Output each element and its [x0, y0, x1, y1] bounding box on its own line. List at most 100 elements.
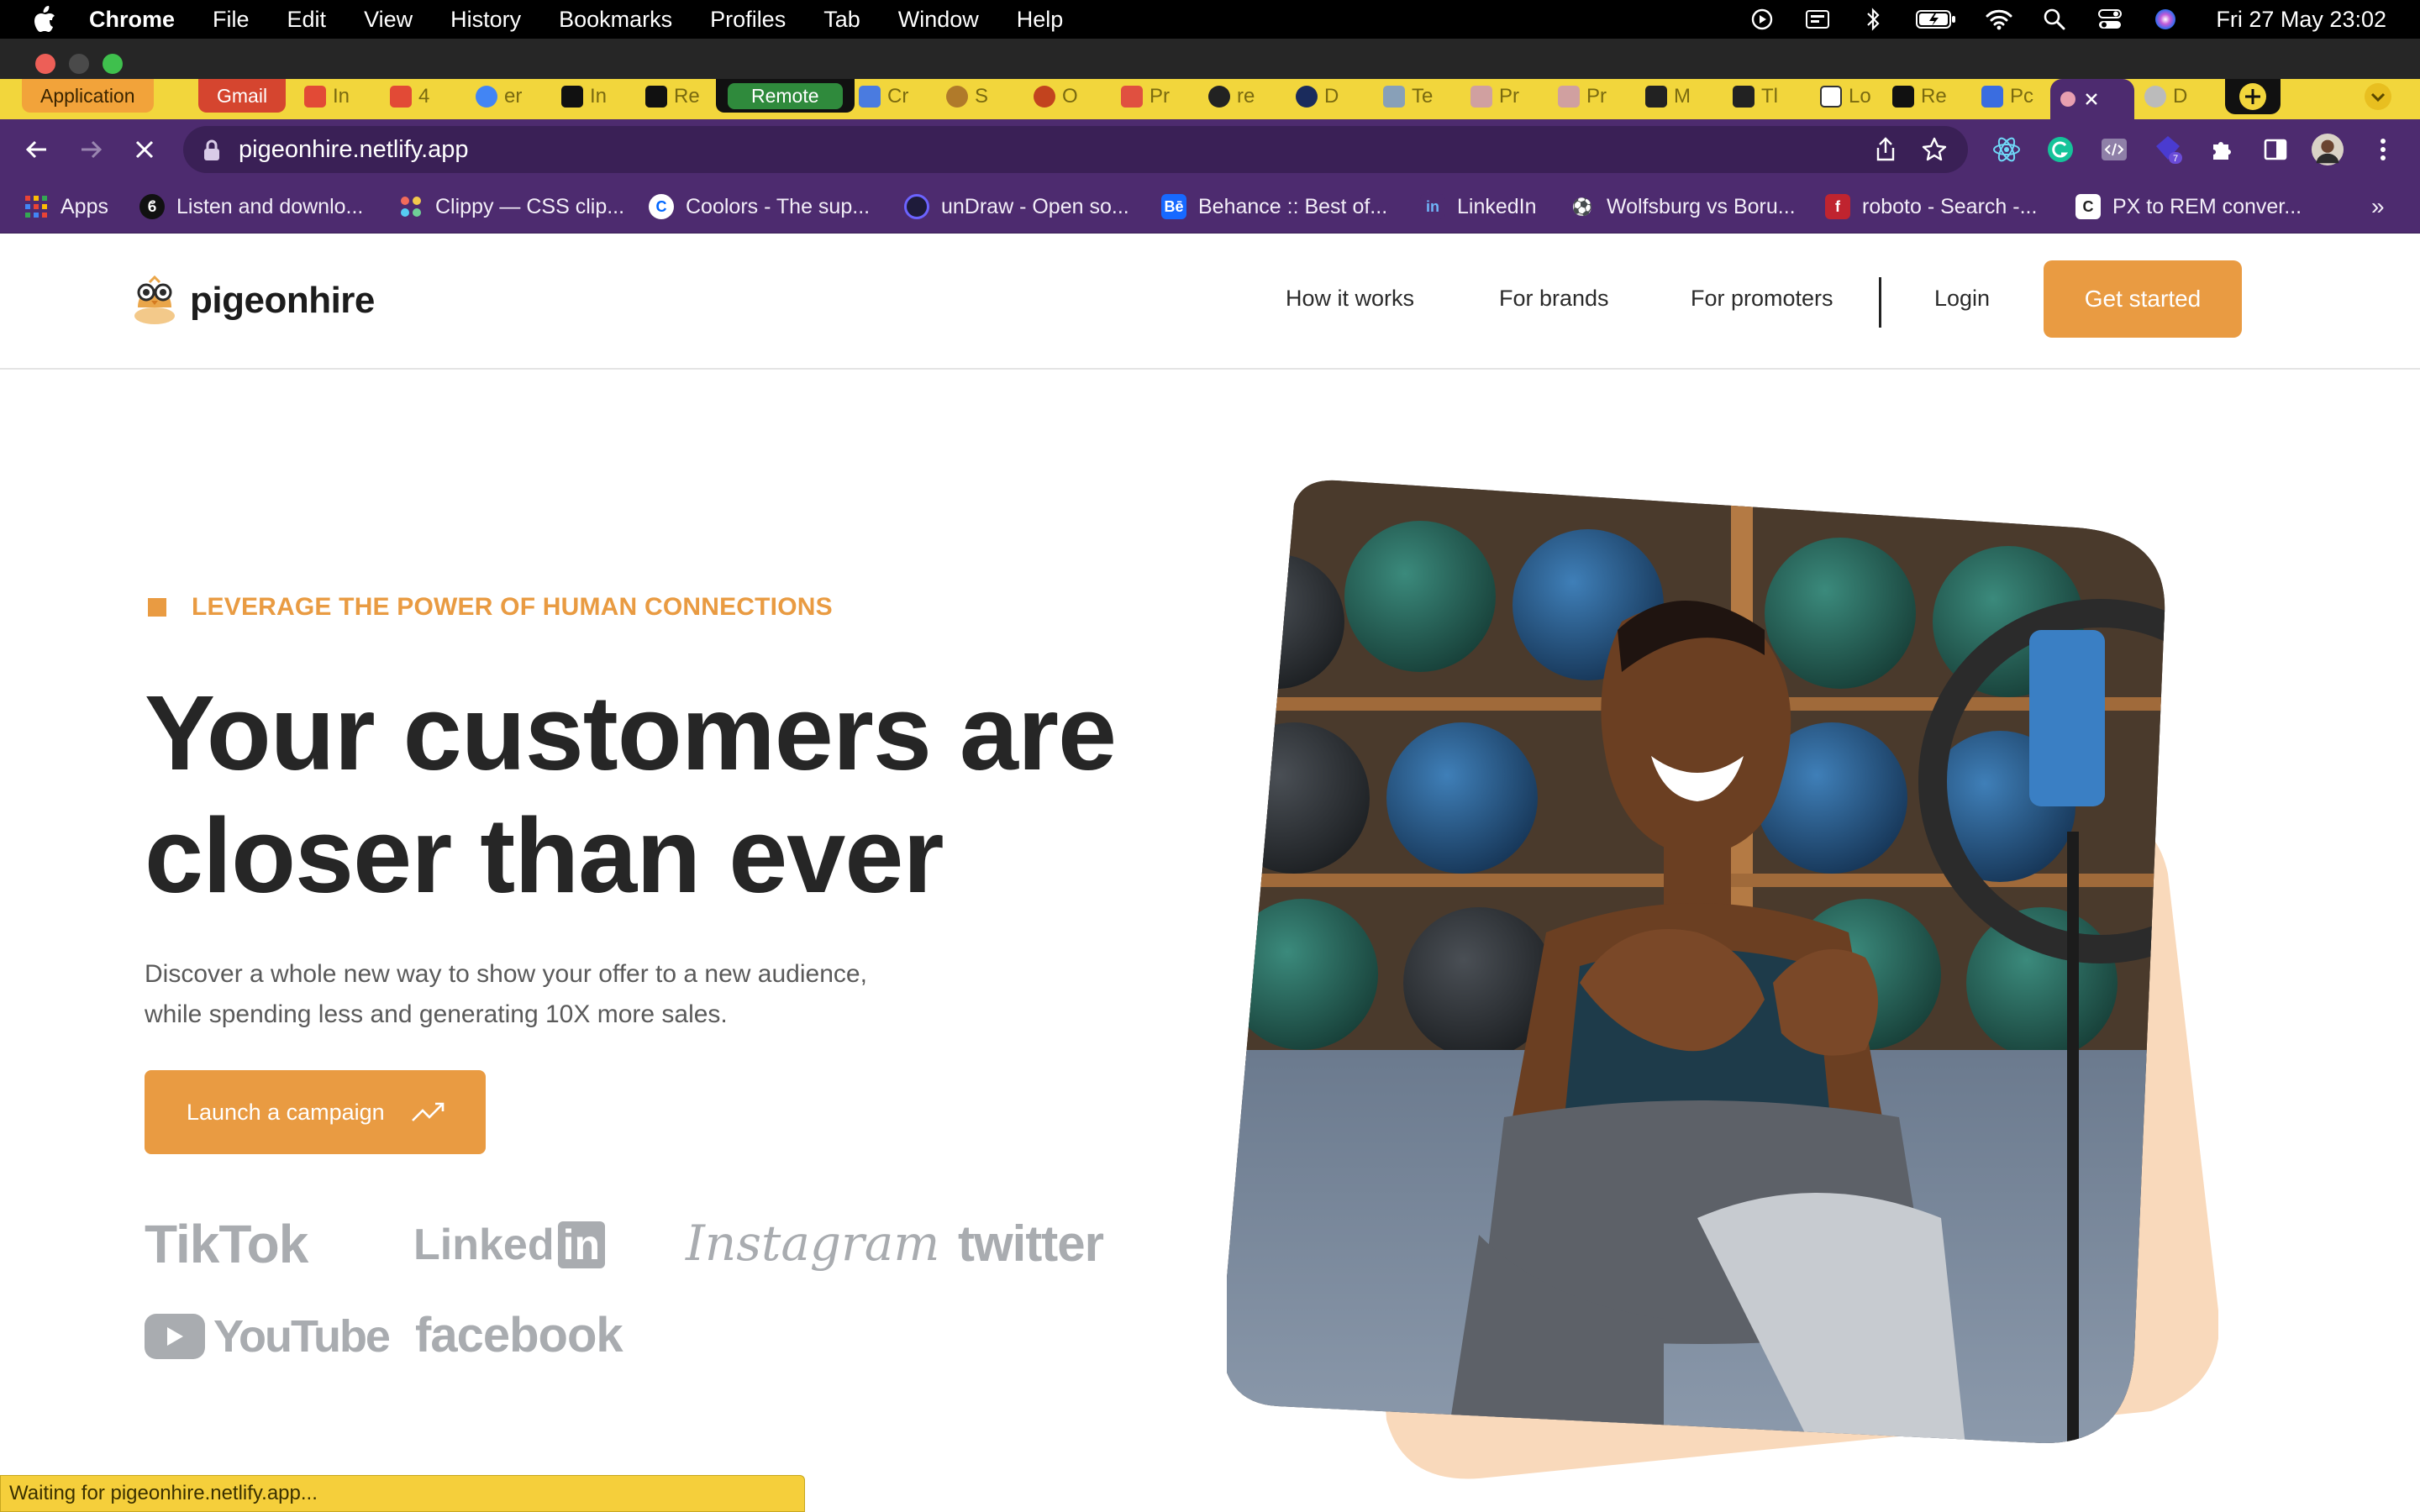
menubar-clock[interactable]: Fri 27 May 23:02 [2216, 7, 2386, 33]
tab[interactable]: Te [1373, 79, 1450, 114]
site-favicon-icon [1296, 86, 1318, 108]
site-favicon-icon [1034, 86, 1055, 108]
tab[interactable]: Pr [1460, 79, 1538, 114]
menu-app-name[interactable]: Chrome [89, 7, 175, 33]
nav-for-promoters[interactable]: For promoters [1691, 286, 1833, 312]
react-devtools-extension[interactable] [1990, 133, 2023, 166]
facebook-logo: facebook [415, 1308, 623, 1362]
bookmark-linkedin[interactable]: in LinkedIn [1420, 192, 1537, 222]
window-minimize-button[interactable] [69, 54, 89, 74]
window-close-button[interactable] [35, 54, 55, 74]
menu-profiles[interactable]: Profiles [710, 7, 786, 33]
grammarly-extension[interactable] [2044, 133, 2077, 166]
menu-help[interactable]: Help [1017, 7, 1064, 33]
tab-group-remote[interactable]: Remote [716, 79, 855, 113]
extensions-button[interactable] [2205, 133, 2238, 166]
bookmark-wolfsburg[interactable]: ⚽ Wolfsburg vs Boru... [1570, 192, 1796, 222]
window-zoom-button[interactable] [103, 54, 123, 74]
launch-campaign-button[interactable]: Launch a campaign [145, 1070, 486, 1154]
siri-icon[interactable] [2152, 6, 2179, 33]
tab[interactable]: In [294, 79, 366, 114]
tab[interactable]: Re [635, 79, 706, 114]
tab-search-button[interactable] [2353, 79, 2403, 114]
battery-icon[interactable] [1915, 6, 1957, 33]
tab[interactable]: M [1635, 79, 1712, 114]
twitter-logo: twitter [958, 1215, 1104, 1272]
tab[interactable]: Pc [1971, 79, 2049, 114]
address-bar[interactable]: pigeonhire.netlify.app [183, 126, 1968, 173]
spotlight-search-icon[interactable] [2041, 6, 2068, 33]
menu-view[interactable]: View [364, 7, 413, 33]
menu-history[interactable]: History [450, 7, 521, 33]
share-icon[interactable] [1872, 136, 1899, 163]
tab-group-gmail[interactable]: Gmail [198, 79, 287, 113]
tab[interactable]: Pr [1548, 79, 1625, 114]
bookmark-px-rem[interactable]: C PX to REM conver... [2075, 192, 2302, 222]
bookmark-roboto[interactable]: f roboto - Search -... [1825, 192, 2037, 222]
svg-text:7: 7 [2173, 154, 2178, 164]
tab[interactable]: Lo [1810, 79, 1887, 114]
lock-icon[interactable] [202, 139, 222, 161]
tab[interactable]: D [1286, 79, 1363, 114]
menu-window[interactable]: Window [898, 7, 979, 33]
stop-loading-button[interactable] [128, 133, 161, 166]
bookmark-listen[interactable]: ϐ Listen and downlo... [139, 192, 363, 222]
side-panel-button[interactable] [2259, 133, 2292, 166]
new-tab-button[interactable] [2225, 79, 2281, 114]
get-started-button[interactable]: Get started [2044, 260, 2242, 338]
bookmark-clippy[interactable]: Clippy — CSS clip... [398, 192, 624, 222]
menu-tab[interactable]: Tab [823, 7, 860, 33]
hero-headline: Your customers are closer than ever [145, 672, 1186, 917]
forward-button[interactable] [74, 133, 108, 166]
tab-group-application[interactable]: Application [22, 79, 154, 113]
react-icon [1993, 137, 2020, 162]
status-bubble: Waiting for pigeonhire.netlify.app... [0, 1475, 805, 1512]
brand-wordmark: pigeonhire [190, 280, 375, 321]
code-extension[interactable] [2097, 133, 2131, 166]
tab[interactable]: S [936, 79, 1013, 114]
bookmark-star-icon[interactable] [1921, 136, 1948, 163]
input-source-icon[interactable] [1804, 6, 1831, 33]
site-favicon-icon [2144, 86, 2166, 108]
menu-bookmarks[interactable]: Bookmarks [559, 7, 672, 33]
site-logo[interactable]: pigeonhire [131, 274, 375, 328]
chrome-menu-button[interactable] [2366, 133, 2400, 166]
wifi-icon[interactable] [1986, 6, 2012, 33]
tab[interactable]: Re [1882, 79, 1960, 114]
bookmarks-overflow-button[interactable]: » [2371, 192, 2385, 222]
apple-icon[interactable] [32, 5, 57, 34]
tab[interactable]: re [1198, 79, 1276, 114]
badge-extension[interactable]: 7 [2151, 133, 2185, 166]
control-center-icon[interactable] [2096, 6, 2123, 33]
bluetooth-icon[interactable] [1860, 6, 1886, 33]
tab[interactable]: In [551, 79, 622, 114]
close-icon [135, 140, 154, 159]
tab[interactable]: Tl [1723, 79, 1800, 114]
menu-edit[interactable]: Edit [287, 7, 327, 33]
tab[interactable]: O [1023, 79, 1101, 114]
tab[interactable]: Pr [1111, 79, 1188, 114]
github-favicon-icon [1208, 86, 1230, 108]
play-circle-icon[interactable] [1749, 6, 1776, 33]
bookmark-undraw[interactable]: unDraw - Open so... [904, 192, 1129, 222]
tab[interactable]: D [2134, 79, 2215, 114]
chevron-down-icon [2365, 83, 2391, 110]
site-favicon-icon [1820, 86, 1842, 108]
menu-file[interactable]: File [213, 7, 250, 33]
headline-line-2: closer than ever [145, 796, 944, 915]
nav-login[interactable]: Login [1934, 286, 1990, 312]
profile-button[interactable] [2311, 133, 2344, 166]
tab[interactable]: 4 [380, 79, 450, 114]
back-button[interactable] [20, 133, 54, 166]
nav-for-brands[interactable]: For brands [1499, 286, 1609, 312]
url-text[interactable]: pigeonhire.netlify.app [239, 136, 469, 164]
tab[interactable]: Cr [849, 79, 926, 114]
bookmark-apps[interactable]: Apps [24, 192, 108, 222]
nav-how-it-works[interactable]: How it works [1286, 286, 1414, 312]
tab[interactable]: er [466, 79, 538, 114]
tab-active[interactable] [2050, 79, 2134, 119]
bookmark-coolors[interactable]: C Coolors - The sup... [649, 192, 870, 222]
tab-close-icon[interactable] [2082, 90, 2101, 108]
site-favicon-icon [1121, 86, 1143, 108]
bookmark-behance[interactable]: Bē Behance :: Best of... [1161, 192, 1387, 222]
